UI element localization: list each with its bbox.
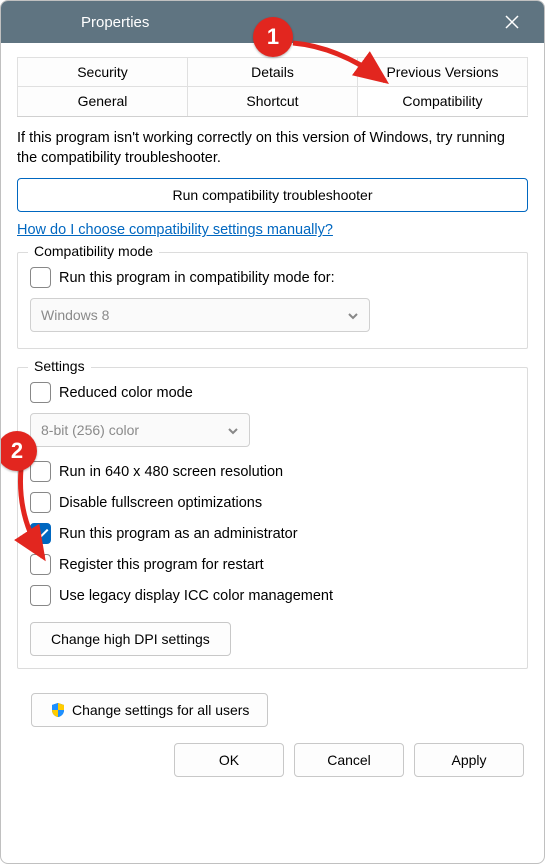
compatibility-mode-group: Compatibility mode Run this program in c… — [17, 252, 528, 349]
tab-compatibility[interactable]: Compatibility — [358, 86, 528, 116]
run-troubleshooter-button[interactable]: Run compatibility troubleshooter — [17, 178, 528, 212]
color-mode-select[interactable]: 8-bit (256) color — [30, 413, 250, 447]
shield-icon — [50, 702, 66, 718]
run-as-admin-checkbox[interactable] — [30, 523, 51, 544]
intro-text: If this program isn't working correctly … — [17, 129, 528, 168]
legacy-icc-checkbox[interactable] — [30, 585, 51, 606]
compat-mode-select-value: Windows 8 — [41, 307, 109, 323]
reduced-color-label: Reduced color mode — [59, 385, 193, 401]
compatibility-mode-title: Compatibility mode — [28, 243, 159, 259]
help-link[interactable]: How do I choose compatibility settings m… — [17, 222, 528, 238]
register-restart-checkbox[interactable] — [30, 554, 51, 575]
tab-previous-versions[interactable]: Previous Versions — [358, 57, 528, 86]
disable-fullscreen-checkbox[interactable] — [30, 492, 51, 513]
annotation-badge-1: 1 — [253, 17, 293, 57]
close-button[interactable] — [490, 1, 534, 43]
disable-fullscreen-label: Disable fullscreen optimizations — [59, 495, 262, 511]
settings-title: Settings — [28, 358, 91, 374]
properties-dialog: Properties 1 2 Security Details Previous… — [0, 0, 545, 864]
compat-mode-checkbox[interactable] — [30, 267, 51, 288]
tab-general[interactable]: General — [17, 86, 188, 116]
cancel-button[interactable]: Cancel — [294, 743, 404, 777]
tab-security[interactable]: Security — [17, 57, 188, 86]
change-dpi-button[interactable]: Change high DPI settings — [30, 622, 231, 656]
ok-button[interactable]: OK — [174, 743, 284, 777]
run-640-checkbox[interactable] — [30, 461, 51, 482]
tab-shortcut[interactable]: Shortcut — [188, 86, 358, 116]
close-icon — [504, 14, 520, 30]
compat-mode-label: Run this program in compatibility mode f… — [59, 270, 335, 286]
legacy-icc-label: Use legacy display ICC color management — [59, 588, 333, 604]
dialog-footer: OK Cancel Apply — [17, 743, 528, 781]
run-as-admin-label: Run this program as an administrator — [59, 526, 298, 542]
chevron-down-icon — [347, 309, 359, 321]
register-restart-label: Register this program for restart — [59, 557, 264, 573]
apply-button[interactable]: Apply — [414, 743, 524, 777]
change-all-users-label: Change settings for all users — [72, 702, 249, 718]
change-all-users-button[interactable]: Change settings for all users — [31, 693, 268, 727]
tab-details[interactable]: Details — [188, 57, 358, 86]
tab-strip: Security Details Previous Versions Gener… — [17, 57, 528, 117]
reduced-color-checkbox[interactable] — [30, 382, 51, 403]
color-mode-value: 8-bit (256) color — [41, 422, 139, 438]
compat-mode-select[interactable]: Windows 8 — [30, 298, 370, 332]
chevron-down-icon — [227, 424, 239, 436]
run-640-label: Run in 640 x 480 screen resolution — [59, 464, 283, 480]
settings-group: Settings Reduced color mode 8-bit (256) … — [17, 367, 528, 669]
